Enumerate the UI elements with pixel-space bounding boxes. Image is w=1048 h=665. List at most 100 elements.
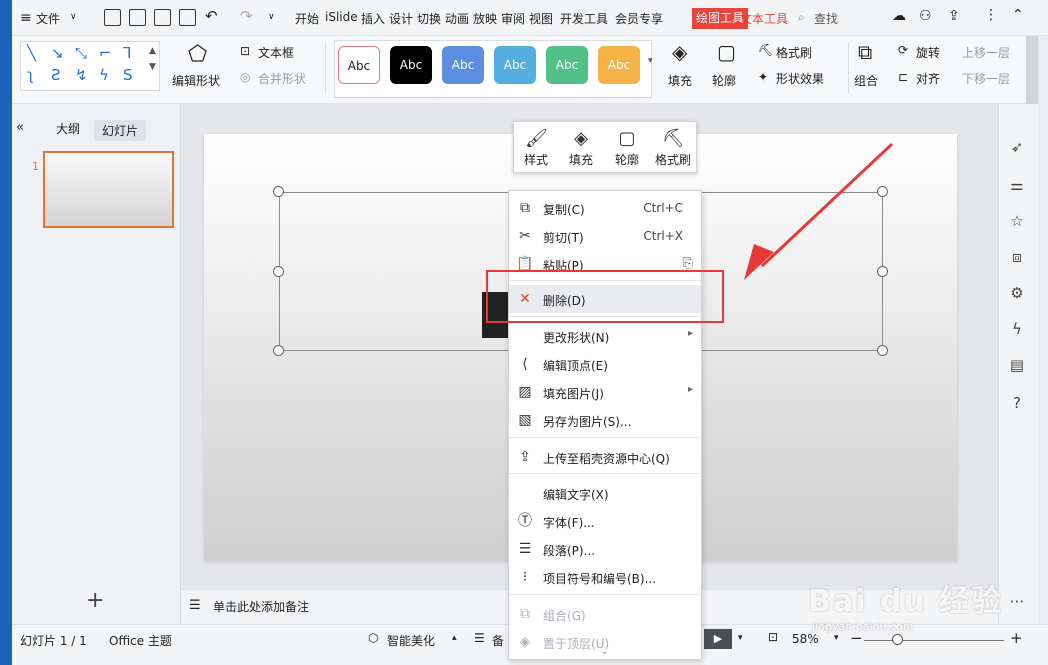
rotate-icon[interactable]: ⟳ xyxy=(898,43,908,57)
collapse-panel-icon[interactable]: « xyxy=(16,120,24,135)
save-icon[interactable] xyxy=(104,9,121,26)
undo-icon[interactable]: ↶ xyxy=(205,7,218,25)
zoom-slider-thumb[interactable] xyxy=(892,634,903,645)
resize-handle[interactable] xyxy=(273,266,284,277)
align-icon[interactable]: ⊏ xyxy=(898,70,908,84)
elbow-arrow-icon[interactable]: ⅂ xyxy=(123,44,131,62)
double-arrow-icon[interactable]: ⤡ xyxy=(75,44,87,62)
menu-item-upload[interactable]: ⇪ 上传至稻壳资源中心(Q) xyxy=(509,443,701,471)
menu-item-edit-points[interactable]: ⟨ 编辑顶点(E) xyxy=(509,350,701,378)
tab-text-tools[interactable]: 文本工具 xyxy=(740,10,788,27)
tab-islide[interactable]: iSlide xyxy=(325,10,358,24)
resize-handle[interactable] xyxy=(273,345,284,356)
chevron-down-icon[interactable]: ▾ xyxy=(834,633,839,643)
style-swatch-6[interactable]: Abc xyxy=(598,46,640,84)
rotate-button[interactable]: 旋转 xyxy=(916,44,940,61)
collapse-icon[interactable]: ⌃ xyxy=(1012,7,1024,23)
export-icon[interactable] xyxy=(129,9,146,26)
format-painter-icon[interactable]: ⛏ xyxy=(758,43,773,57)
star-icon[interactable]: ☆ xyxy=(1008,212,1026,230)
menu-item-edit-text[interactable]: 编辑文字(X) xyxy=(509,479,701,507)
notes-toggle-button[interactable]: 备 xyxy=(492,632,504,649)
textbox-icon[interactable]: ⊡ xyxy=(240,44,250,58)
curve-arrow-icon[interactable]: ↯ xyxy=(75,66,88,84)
gallery-down-icon[interactable]: ▼ xyxy=(149,62,156,72)
menu-scroll-down-icon[interactable]: ⌄ xyxy=(601,647,609,657)
animation-icon[interactable]: ⚙ xyxy=(1008,284,1026,302)
tab-insert[interactable]: 插入 xyxy=(361,10,385,27)
print-icon[interactable] xyxy=(154,9,171,26)
file-menu[interactable]: 文件 xyxy=(36,10,60,27)
tab-member[interactable]: 会员专享 xyxy=(615,10,663,27)
search-icon[interactable]: ⌕ xyxy=(798,10,805,25)
fill-button[interactable]: 填充 xyxy=(668,72,692,89)
tab-transition[interactable]: 切换 xyxy=(417,10,441,27)
float-style-button[interactable]: 🖌 样式 xyxy=(514,122,558,174)
menu-item-save-as-picture[interactable]: ▧ 另存为图片(S)... xyxy=(509,406,701,434)
more-icon[interactable]: ⋯ xyxy=(1008,592,1026,610)
theme-name[interactable]: Office 主题 xyxy=(109,632,172,649)
rocket-icon[interactable]: ➶ xyxy=(1008,138,1026,156)
style-swatch-5[interactable]: Abc xyxy=(546,46,588,84)
style-swatch-2[interactable]: Abc xyxy=(390,46,432,84)
curved-double-icon[interactable]: ϟ xyxy=(99,66,109,84)
resize-handle[interactable] xyxy=(273,186,284,197)
group-icon[interactable]: ⧉ xyxy=(858,40,872,64)
notes-toggle-icon[interactable]: ☰ xyxy=(474,631,485,645)
redo-icon[interactable]: ↷ xyxy=(240,7,253,25)
notes-placeholder[interactable]: 单击此处添加备注 xyxy=(213,598,309,615)
menu-item-cut[interactable]: ✂ 剪切(T) Ctrl+X xyxy=(509,222,701,250)
float-fill-button[interactable]: ◈ 填充 xyxy=(558,122,604,174)
customize-icon[interactable]: ∨ xyxy=(268,12,275,22)
cloud-icon[interactable]: ☁ xyxy=(892,8,906,24)
shape-effects-icon[interactable]: ✦ xyxy=(758,70,768,84)
chevron-down-icon[interactable]: ▾ xyxy=(738,633,743,643)
smart-beautify-icon[interactable]: ⬡ xyxy=(368,631,378,645)
tab-design[interactable]: 设计 xyxy=(389,10,413,27)
group-button[interactable]: 组合 xyxy=(854,72,878,89)
edit-shape-icon[interactable]: ⬠ xyxy=(188,42,207,67)
tab-developer[interactable]: 开发工具 xyxy=(560,10,608,27)
help-icon[interactable]: ? xyxy=(1008,394,1026,412)
tab-slides[interactable]: 幻灯片 xyxy=(94,120,147,141)
curve-icon[interactable]: Ƨ xyxy=(51,66,61,84)
shape-effects-button[interactable]: 形状效果 xyxy=(776,70,824,87)
line-icon[interactable]: ╲ xyxy=(27,44,36,62)
style-swatch-4[interactable]: Abc xyxy=(494,46,536,84)
more-icon[interactable]: ⋮ xyxy=(984,7,998,23)
resize-handle[interactable] xyxy=(877,345,888,356)
fill-icon[interactable]: ◈ xyxy=(672,40,687,64)
elbow-connector-icon[interactable]: ⌐ xyxy=(99,44,112,62)
tab-outline[interactable]: 大纲 xyxy=(56,120,80,137)
fit-window-icon[interactable]: ⊡ xyxy=(768,630,778,644)
style-swatch-1[interactable]: Abc xyxy=(338,46,380,84)
smart-beautify-button[interactable]: 智能美化 xyxy=(387,632,435,649)
format-painter-button[interactable]: 格式刷 xyxy=(776,44,812,61)
menu-item-copy[interactable]: ⧉ 复制(C) Ctrl+C xyxy=(509,194,701,222)
align-button[interactable]: 对齐 xyxy=(916,70,940,87)
menu-item-fill-picture[interactable]: ▨ 填充图片(J) ▸ xyxy=(509,378,701,406)
float-format-painter-button[interactable]: ⛏ 格式刷 xyxy=(650,122,696,174)
settings-sliders-icon[interactable]: ⚌ xyxy=(1008,176,1026,194)
float-outline-button[interactable]: ▢ 轮廓 xyxy=(604,122,650,174)
outline-icon[interactable]: ▢ xyxy=(717,40,736,64)
menu-item-change-shape[interactable]: 更改形状(N) ▸ xyxy=(509,322,701,350)
tab-start[interactable]: 开始 xyxy=(295,10,319,27)
add-slide-button[interactable]: + xyxy=(86,588,104,613)
curve-connector-icon[interactable]: ʅ xyxy=(27,66,34,84)
zoom-slider[interactable] xyxy=(864,640,1004,641)
chevron-up-icon[interactable]: ▴ xyxy=(452,633,457,643)
line-shape-gallery[interactable]: ╲ ↘ ⤡ ⌐ ⅂ ʅ Ƨ ↯ ϟ S ▲ ▼ xyxy=(20,41,160,91)
menu-item-font[interactable]: Ⓣ 字体(F)... xyxy=(509,507,701,535)
preview-icon[interactable] xyxy=(179,9,196,26)
edit-shape-button[interactable]: 编辑形状 xyxy=(172,72,220,89)
slide-thumbnail[interactable] xyxy=(43,151,174,228)
user-icon[interactable]: ⚇ xyxy=(919,8,932,24)
textbox-button[interactable]: 文本框 xyxy=(258,44,294,61)
paste-options-icon[interactable]: ⎘ xyxy=(683,256,693,271)
menu-item-paragraph[interactable]: ☰ 段落(P)... xyxy=(509,535,701,563)
transition-icon[interactable]: ⧈ xyxy=(1008,248,1026,266)
share-icon[interactable]: ⇪ xyxy=(948,8,960,24)
outline-button[interactable]: 轮廓 xyxy=(712,72,736,89)
zoom-level[interactable]: 58% xyxy=(792,632,819,646)
